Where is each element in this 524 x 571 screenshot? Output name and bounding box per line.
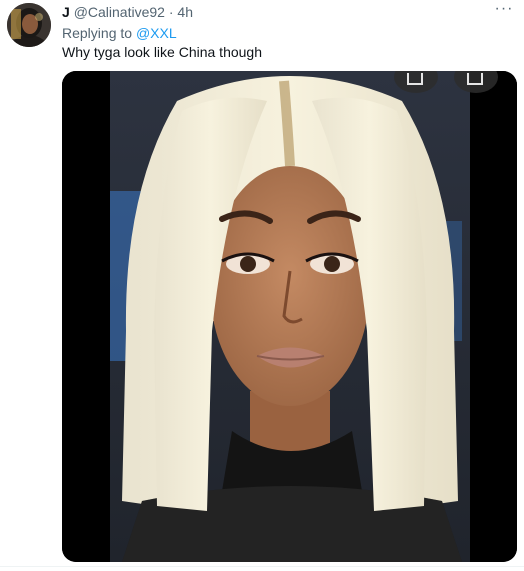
tweet-text: Why tyga look like China though (62, 44, 262, 60)
portrait-photo (62, 71, 517, 562)
tweet-header: J @Calinative92 · 4h (62, 3, 193, 21)
replying-to-prefix: Replying to (62, 25, 133, 41)
divider (0, 566, 524, 567)
avatar[interactable] (7, 3, 51, 47)
replying-to-line: Replying to @XXL (62, 24, 177, 42)
replying-to-link[interactable]: @XXL (136, 25, 177, 41)
timestamp[interactable]: 4h (177, 4, 193, 20)
author-name[interactable]: J (62, 4, 70, 20)
tweet-card[interactable]: J @Calinative92 · 4h ··· Replying to @XX… (0, 0, 524, 571)
separator-dot: · (168, 4, 174, 20)
more-horizontal-icon[interactable]: ··· (494, 1, 514, 20)
author-handle[interactable]: @Calinative92 (74, 4, 165, 20)
tweet-media-image[interactable] (62, 71, 517, 562)
